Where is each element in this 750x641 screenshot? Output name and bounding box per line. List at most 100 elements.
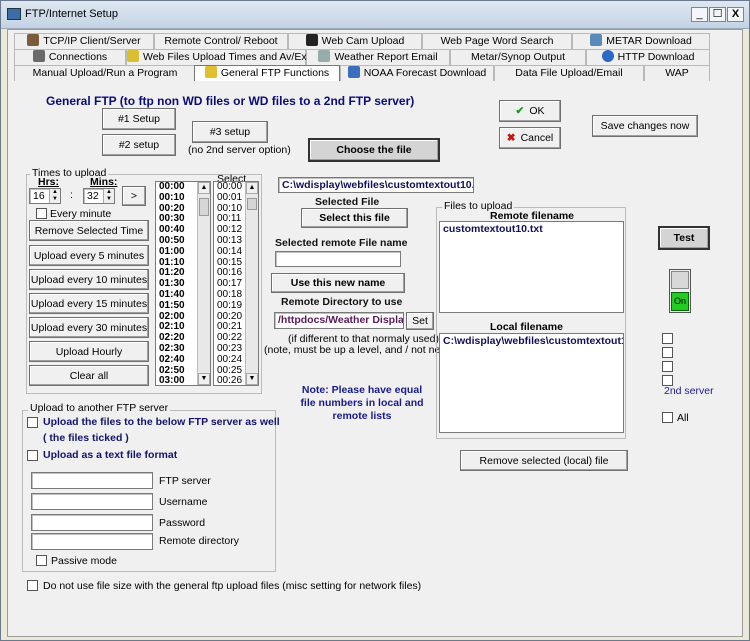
upload-below-checkbox[interactable] bbox=[27, 417, 38, 428]
remote-directory-input[interactable] bbox=[31, 533, 153, 550]
remote-files-list[interactable]: customtextout10.txt bbox=[439, 221, 624, 313]
remote-dir-input[interactable]: /httpdocs/Weather Display bbox=[274, 312, 404, 329]
remote-name-label: Selected remote File name bbox=[275, 237, 408, 249]
select-this-file-button[interactable]: Select this file bbox=[301, 208, 408, 228]
ok-button[interactable]: ✔ OK bbox=[499, 100, 561, 122]
text-format-label: Upload as a text file format bbox=[43, 449, 178, 461]
setup-3-button[interactable]: #3 setup bbox=[192, 121, 268, 143]
use-new-name-button[interactable]: Use this new name bbox=[271, 273, 405, 293]
scroll-down-icon[interactable]: ▼ bbox=[198, 373, 210, 385]
every-minute-label: Every minute bbox=[50, 208, 112, 220]
ftp-server-input[interactable] bbox=[31, 472, 153, 489]
select-times-list[interactable]: 00:00 00:01 00:10 00:11 00:12 00:13 00:14 00:15… bbox=[213, 181, 259, 386]
local-files-list[interactable]: C:\wdisplay\webfiles\customtextout10.txt bbox=[439, 333, 624, 433]
times-scrollbar[interactable]: ▲ ▼ bbox=[197, 182, 210, 385]
globe-icon bbox=[601, 50, 614, 62]
remote-dir-label: Remote Directory to use bbox=[281, 296, 403, 308]
spinner-arrows-icon[interactable]: ▲ ▼ bbox=[49, 189, 60, 203]
select-scrollbar[interactable]: ▲ ▼ bbox=[245, 182, 258, 385]
all-label: All bbox=[677, 412, 689, 424]
tab-remote-control[interactable]: Remote Control/ Reboot bbox=[154, 33, 288, 49]
username-input[interactable] bbox=[31, 493, 153, 510]
remote-file-item[interactable]: customtextout10.txt bbox=[440, 222, 623, 236]
tab-manual-upload[interactable]: Manual Upload/Run a Program bbox=[14, 65, 196, 81]
save-changes-button[interactable]: Save changes now bbox=[592, 115, 698, 137]
another-server-title: Upload to another FTP server bbox=[28, 402, 171, 414]
local-filename-header: Local filename bbox=[490, 321, 563, 333]
camera-icon bbox=[305, 34, 318, 46]
selected-file-label: Selected File bbox=[315, 196, 380, 208]
setup-1-button[interactable]: #1 Setup bbox=[102, 108, 176, 130]
gear-icon bbox=[318, 50, 331, 62]
connection-icon bbox=[32, 50, 45, 62]
tab-row-3: Manual Upload/Run a Program General FTP … bbox=[8, 65, 744, 81]
local-file-item[interactable]: C:\wdisplay\webfiles\customtextout10.txt bbox=[440, 334, 623, 348]
second-server-label: 2nd server bbox=[664, 385, 714, 397]
tab-metar-synop-output[interactable]: Metar/Synop Output bbox=[450, 49, 586, 65]
tab-web-files-upload-times[interactable]: Web Files Upload Times and Av/Ext bbox=[126, 49, 310, 65]
no-file-size-checkbox[interactable] bbox=[27, 580, 38, 591]
choose-file-button[interactable]: Choose the file bbox=[308, 138, 440, 162]
upload-every-10-button[interactable]: Upload every 10 minutes bbox=[29, 269, 149, 290]
tab-row-2: Connections Web Files Upload Times and A… bbox=[8, 49, 744, 65]
scroll-up-icon[interactable]: ▲ bbox=[198, 182, 210, 194]
password-input[interactable] bbox=[31, 514, 153, 531]
hours-spinner[interactable]: 16 ▲ ▼ bbox=[29, 188, 61, 204]
remove-selected-time-button[interactable]: Remove Selected Time bbox=[29, 220, 149, 241]
passive-mode-checkbox[interactable] bbox=[36, 555, 47, 566]
upload-hourly-button[interactable]: Upload Hourly bbox=[29, 341, 149, 362]
tab-web-page-word-search[interactable]: Web Page Word Search bbox=[422, 33, 572, 49]
set-dir-button[interactable]: Set bbox=[406, 312, 434, 330]
on-indicator: On bbox=[671, 292, 689, 311]
upload-every-30-button[interactable]: Upload every 30 minutes bbox=[29, 317, 149, 338]
password-label: Password bbox=[159, 517, 206, 529]
upload-times-list[interactable]: 00:00 00:10 00:20 00:30 00:40 00:50 01:00 01:10… bbox=[155, 181, 211, 386]
tab-metar-download[interactable]: METAR Download bbox=[572, 33, 710, 49]
tab-tcpip-client-server[interactable]: TCP/IP Client/Server bbox=[14, 33, 154, 49]
on-toggle[interactable]: On bbox=[669, 269, 691, 313]
tab-connections[interactable]: Connections bbox=[14, 49, 126, 65]
cancel-button[interactable]: ✖ Cancel bbox=[499, 127, 561, 149]
tab-noaa-forecast-download[interactable]: NOAA Forecast Download bbox=[340, 65, 494, 81]
maximize-button[interactable]: ☐ bbox=[709, 7, 726, 22]
passive-mode-label: Passive mode bbox=[51, 555, 117, 567]
scroll-thumb[interactable] bbox=[199, 198, 209, 216]
add-time-button[interactable]: > bbox=[122, 186, 146, 206]
clear-all-button[interactable]: Clear all bbox=[29, 365, 149, 386]
client-area: TCP/IP Client/Server Remote Control/ Reb… bbox=[7, 29, 743, 637]
tab-web-cam-upload[interactable]: Web Cam Upload bbox=[288, 33, 422, 49]
title-bar: FTP/Internet Setup _ ☐ X bbox=[1, 1, 749, 29]
remove-local-file-button[interactable]: Remove selected (local) file bbox=[460, 450, 628, 471]
page-heading: General FTP (to ftp non WD files or WD f… bbox=[46, 94, 415, 108]
minutes-spinner[interactable]: 32 ▲ ▼ bbox=[83, 188, 115, 204]
remote-directory-label: Remote directory bbox=[159, 535, 239, 547]
tab-weather-report-email[interactable]: Weather Report Email bbox=[306, 49, 450, 65]
hours-value: 16 bbox=[33, 190, 45, 202]
text-format-checkbox[interactable] bbox=[27, 450, 38, 461]
gear-icon bbox=[204, 66, 217, 78]
toggle-knob bbox=[671, 271, 689, 289]
test-button[interactable]: Test bbox=[658, 226, 710, 250]
setup-2-button[interactable]: #2 setup bbox=[102, 134, 176, 156]
upload-every-5-button[interactable]: Upload every 5 minutes bbox=[29, 245, 149, 266]
upload-icon bbox=[127, 50, 139, 62]
close-button[interactable]: X bbox=[727, 7, 744, 22]
server2-checkbox-1[interactable] bbox=[662, 333, 673, 344]
remote-name-input[interactable] bbox=[275, 251, 401, 267]
tab-data-file-upload-email[interactable]: Data File Upload/Email bbox=[494, 65, 644, 81]
tab-http-download[interactable]: HTTP Download bbox=[586, 49, 710, 65]
scroll-thumb[interactable] bbox=[247, 198, 257, 210]
server2-checkbox-3[interactable] bbox=[662, 361, 673, 372]
every-minute-checkbox[interactable] bbox=[36, 208, 47, 219]
spinner-arrows-icon[interactable]: ▲ ▼ bbox=[103, 189, 114, 203]
minimize-button[interactable]: _ bbox=[691, 7, 708, 22]
upload-below-label: Upload the files to the below FTP server… bbox=[43, 416, 280, 428]
server2-checkbox-2[interactable] bbox=[662, 347, 673, 358]
file-path-field[interactable]: C:\wdisplay\webfiles\customtextout10.txt bbox=[278, 177, 474, 193]
upload-every-15-button[interactable]: Upload every 15 minutes bbox=[29, 293, 149, 314]
scroll-down-icon[interactable]: ▼ bbox=[246, 373, 258, 385]
scroll-up-icon[interactable]: ▲ bbox=[246, 182, 258, 194]
tab-wap[interactable]: WAP bbox=[644, 65, 710, 81]
all-checkbox[interactable] bbox=[662, 412, 673, 423]
tab-general-ftp-functions[interactable]: General FTP Functions bbox=[194, 65, 340, 81]
